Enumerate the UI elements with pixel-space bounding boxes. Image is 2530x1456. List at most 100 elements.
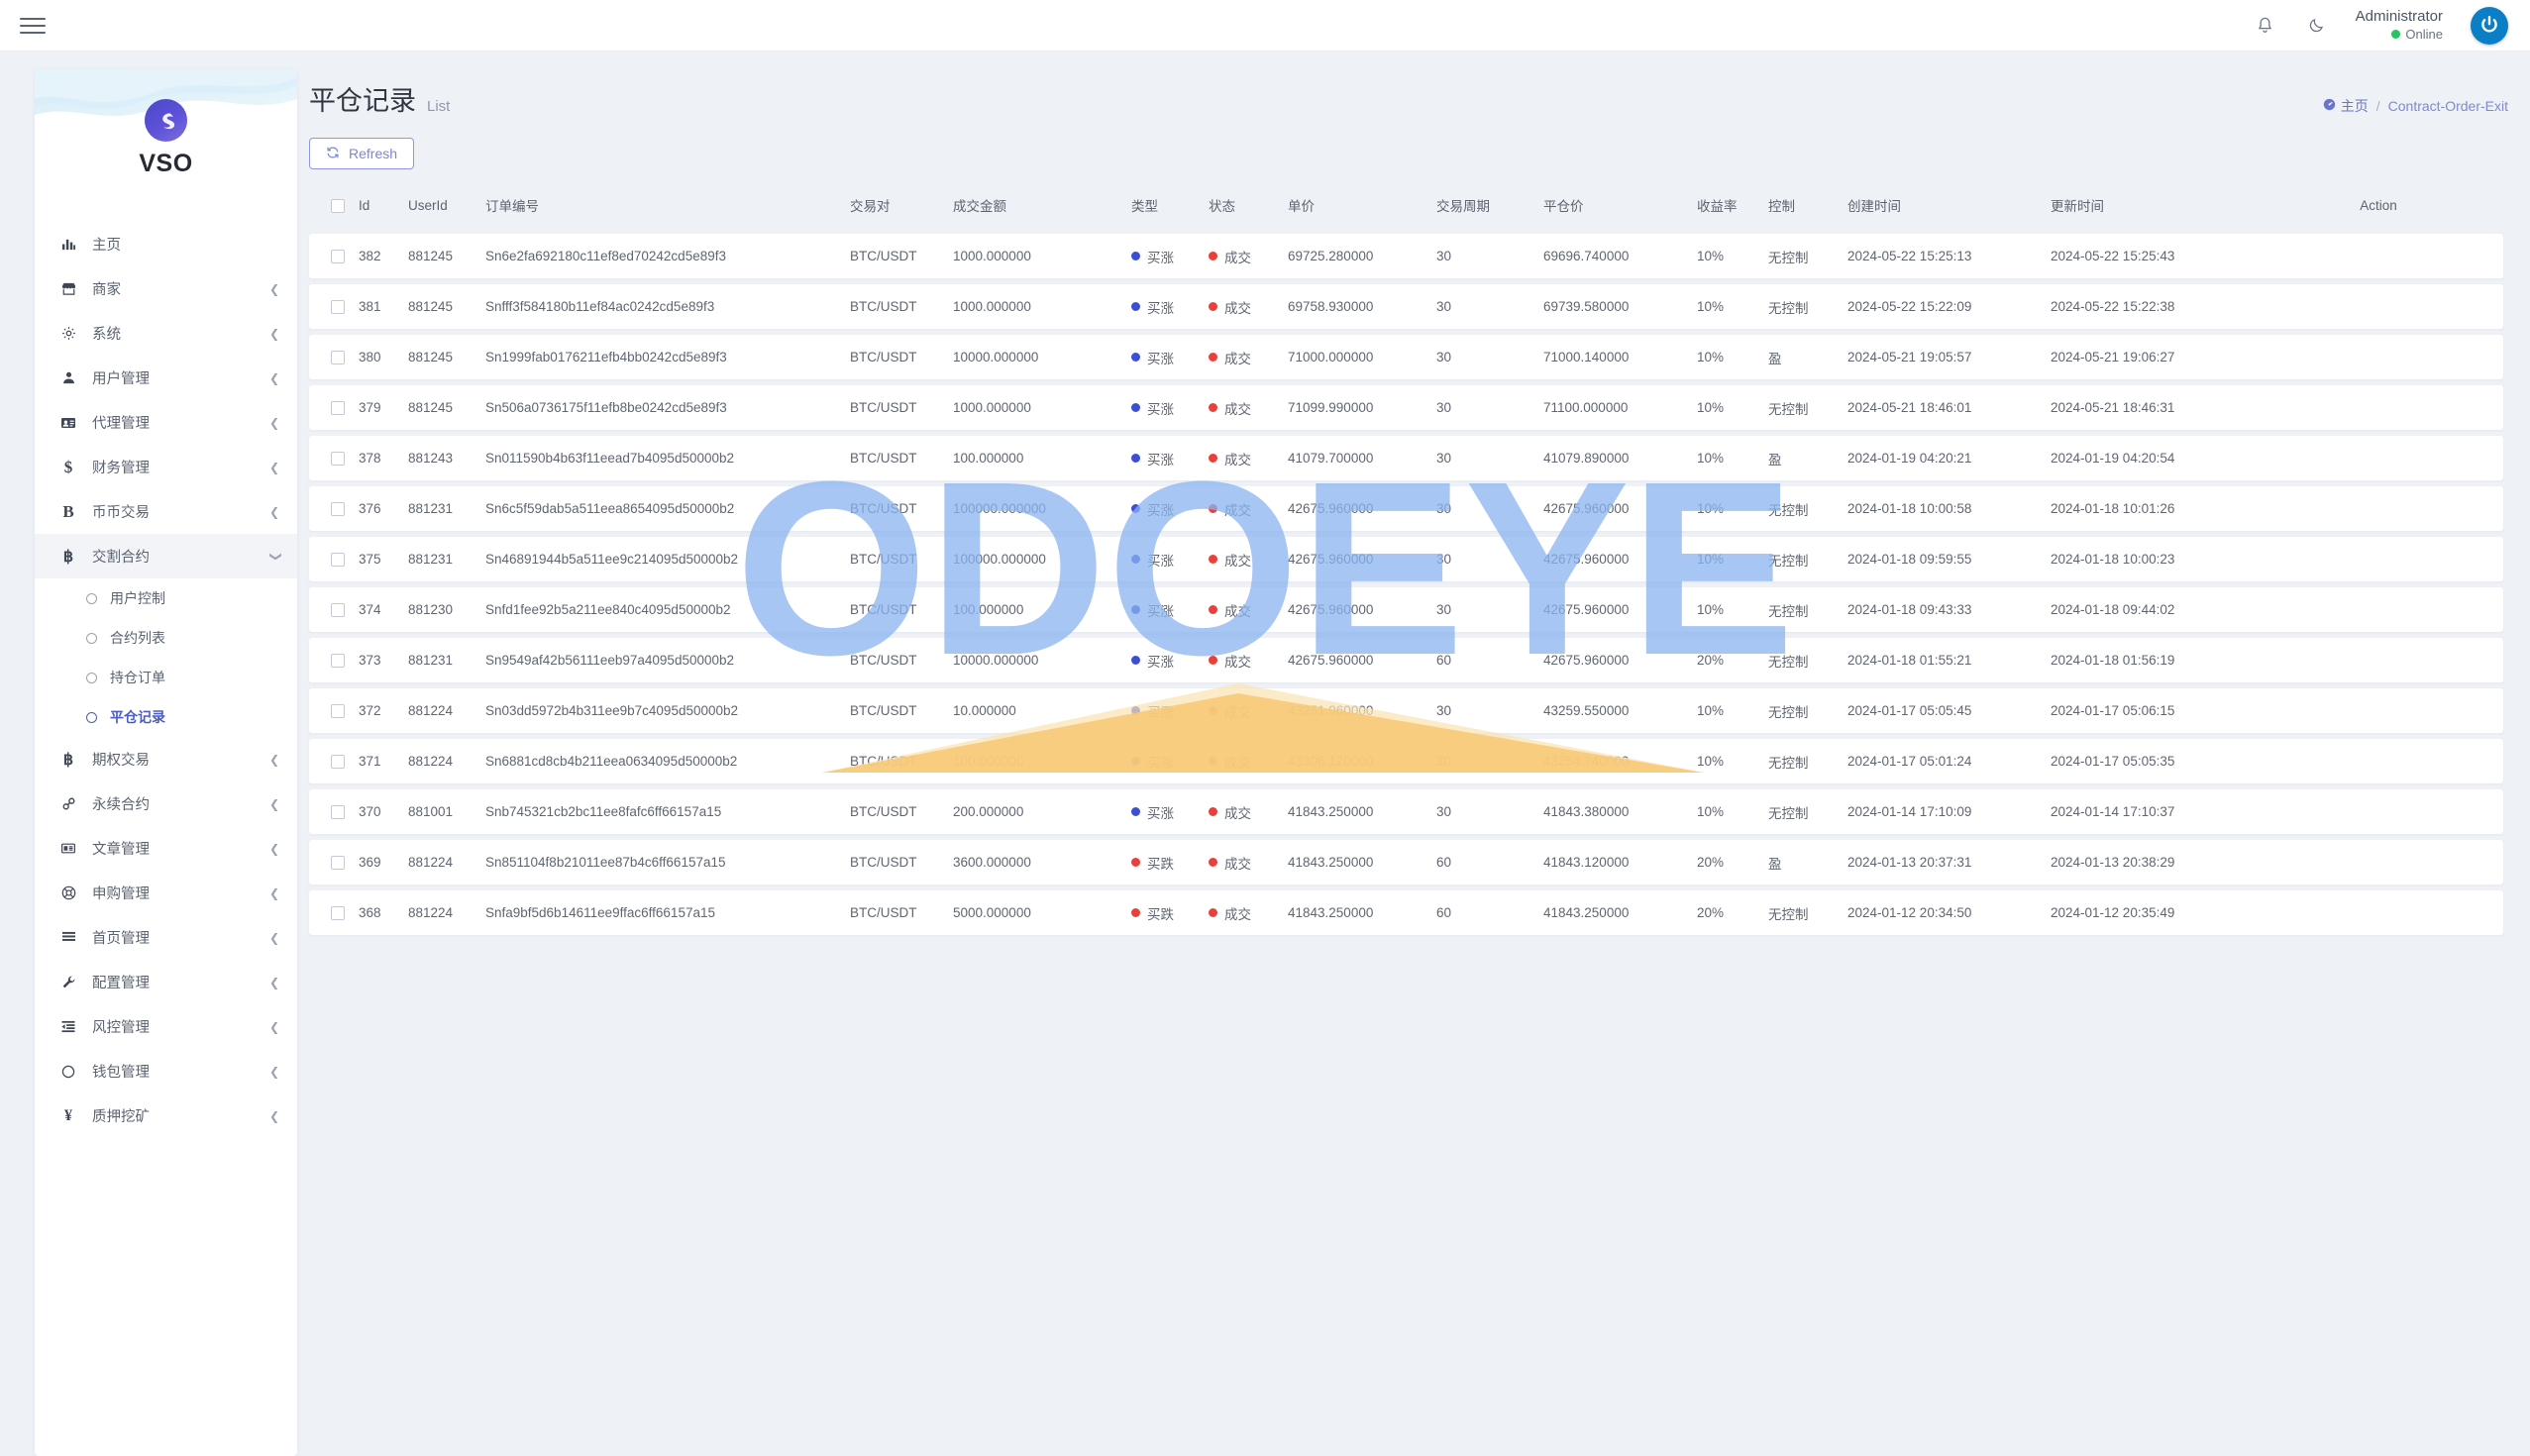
sidebar-item-subscription-management[interactable]: 申购管理 ❮ [35,871,297,915]
cell-order-no: Snfff3f584180b11ef84ac0242cd5e89f3 [485,299,715,314]
row-checkbox-cell[interactable] [309,739,359,783]
table-row[interactable]: 372 881224 Sn03dd5972b4b311ee9b7c4095d5000… [309,688,2503,733]
cell-control: 盈 [1768,351,1782,366]
sidebar-item-delivery-contract[interactable]: ฿ 交割合约 ❮ [35,534,297,578]
sidebar-item-finance-management[interactable]: $ 财务管理 ❮ [35,445,297,489]
cell-cycle: 30 [1436,703,1452,718]
select-all-checkbox[interactable] [331,198,345,213]
sidebar-item-user-management[interactable]: 用户管理 ❮ [35,356,297,400]
refresh-button[interactable]: Refresh [309,138,415,169]
sidebar-item-homepage-management[interactable]: 首页管理 ❮ [35,915,297,960]
row-checkbox[interactable] [331,856,345,871]
table-row[interactable]: 381 881245 Snfff3f584180b11ef84ac0242cd5e8… [309,284,2503,329]
table-row[interactable]: 376 881231 Sn6c5f59dab5a511eea8654095d5000… [309,486,2503,531]
row-checkbox-cell[interactable] [309,284,359,329]
sidebar-subitem-user-control[interactable]: 用户控制 [35,578,297,618]
cell-amount: 1000.000000 [953,299,1031,314]
table-row[interactable]: 370 881001 Snb745321cb2bc11ee8fafc6ff66157… [309,789,2503,834]
sidebar-item-options-trade[interactable]: ฿ 期权交易 ❮ [35,737,297,781]
sidebar-subitem-contract-list[interactable]: 合约列表 [35,618,297,658]
breadcrumb-home[interactable]: 主页 [2323,96,2369,116]
table-row[interactable]: 371 881224 Sn6881cd8cb4b211eea0634095d5000… [309,739,2503,783]
row-checkbox[interactable] [331,603,345,618]
cell-type-tag: 买涨 [1131,600,1174,620]
cell-action [2254,587,2503,632]
sidebar-subitem-exit-record[interactable]: 平仓记录 [35,697,297,737]
row-checkbox-cell[interactable] [309,688,359,733]
sidebar-item-label: 文章管理 [92,842,150,858]
table-row[interactable]: 375 881231 Sn46891944b5a511ee9c214095d5000… [309,537,2503,581]
row-checkbox-cell[interactable] [309,537,359,581]
cell-id: 373 [359,653,381,668]
table-row[interactable]: 368 881224 Snfa9bf5d6b14611ee9ffac6ff66157… [309,890,2503,935]
sidebar-item-home[interactable]: 主页 [35,222,297,266]
row-checkbox[interactable] [331,300,345,315]
cell-updated-at: 2024-01-18 10:01:26 [2051,501,2175,516]
cell-updated-at: 2024-01-17 05:06:15 [2051,703,2175,718]
cell-created-at: 2024-05-22 15:25:13 [1847,249,1972,263]
row-checkbox[interactable] [331,250,345,264]
sidebar-item-system[interactable]: 系统 ❮ [35,311,297,356]
row-checkbox[interactable] [331,502,345,517]
cell-pair: BTC/USDT [850,451,917,466]
cell-status-label: 成交 [1224,704,1251,720]
table-row[interactable]: 373 881231 Sn9549af42b56111eeb97a4095d5000… [309,638,2503,682]
sidebar-item-article-management[interactable]: 文章管理 ❮ [35,826,297,871]
row-checkbox[interactable] [331,906,345,921]
table-row[interactable]: 378 881243 Sn011590b4b63f11eead7b4095d5000… [309,436,2503,480]
sidebar-subitem-position-order[interactable]: 持仓订单 [35,658,297,697]
user-info[interactable]: Administrator Online [2356,8,2443,43]
cell-status: 成交 [1209,436,1288,480]
row-checkbox-cell[interactable] [309,638,359,682]
cell-unit-price: 43306.120000 [1288,754,1374,769]
sidebar-subitem-label: 持仓订单 [110,670,165,685]
row-checkbox-cell[interactable] [309,436,359,480]
cell-status-tag: 成交 [1209,550,1251,570]
row-checkbox-cell[interactable] [309,486,359,531]
sidebar-item-merchant[interactable]: 商家 ❮ [35,266,297,311]
sidebar-item-agent-management[interactable]: 代理管理 ❮ [35,400,297,445]
cell-rate: 10% [1697,350,1725,364]
hamburger-menu-icon[interactable] [20,11,50,41]
sidebar-item-risk-management[interactable]: 风控管理 ❮ [35,1004,297,1049]
sidebar-item-coin-trade[interactable]: B 币币交易 ❮ [35,489,297,534]
table-row[interactable]: 374 881230 Snfd1fee92b5a211ee840c4095d5000… [309,587,2503,632]
table-row[interactable]: 369 881224 Sn851104f8b21011ee87b4c6ff66157… [309,840,2503,884]
sidebar-item-perpetual-contract[interactable]: 永续合约 ❮ [35,781,297,826]
cell-status: 成交 [1209,890,1288,935]
link-icon [56,796,80,811]
sidebar-item-staking-mining[interactable]: ¥ 质押挖矿 ❮ [35,1093,297,1138]
column-status: 状态 [1209,199,1235,214]
sidebar-item-label: 主页 [92,238,121,254]
row-checkbox[interactable] [331,704,345,719]
row-checkbox-cell[interactable] [309,840,359,884]
table-row[interactable]: 382 881245 Sn6e2fa692180c11ef8ed70242cd5e8… [309,234,2503,278]
sidebar-item-wallet-management[interactable]: 钱包管理 ❮ [35,1049,297,1093]
row-checkbox[interactable] [331,805,345,820]
table-row[interactable]: 379 881245 Sn506a0736175f11efb8be0242cd5e8… [309,385,2503,430]
row-checkbox[interactable] [331,401,345,416]
row-checkbox-cell[interactable] [309,385,359,430]
user-status: Online [2391,27,2443,43]
cell-pair: BTC/USDT [850,754,917,769]
sidebar-item-config-management[interactable]: 配置管理 ❮ [35,960,297,1004]
table-row[interactable]: 380 881245 Sn1999fab0176211efb4bb0242cd5e8… [309,335,2503,379]
row-checkbox-cell[interactable] [309,587,359,632]
cell-unit-price: 41843.250000 [1288,804,1374,819]
row-checkbox[interactable] [331,654,345,669]
row-checkbox-cell[interactable] [309,234,359,278]
row-checkbox-cell[interactable] [309,890,359,935]
cell-status: 成交 [1209,335,1288,379]
cell-id: 375 [359,552,381,567]
row-checkbox-cell[interactable] [309,789,359,834]
row-checkbox[interactable] [331,755,345,770]
avatar[interactable] [2471,6,2508,45]
row-checkbox[interactable] [331,351,345,365]
moon-icon[interactable] [2304,13,2330,39]
row-checkbox[interactable] [331,452,345,467]
cell-id: 376 [359,501,381,516]
bell-icon[interactable] [2253,13,2278,39]
row-checkbox-cell[interactable] [309,335,359,379]
row-checkbox[interactable] [331,553,345,568]
cell-status: 成交 [1209,284,1288,329]
